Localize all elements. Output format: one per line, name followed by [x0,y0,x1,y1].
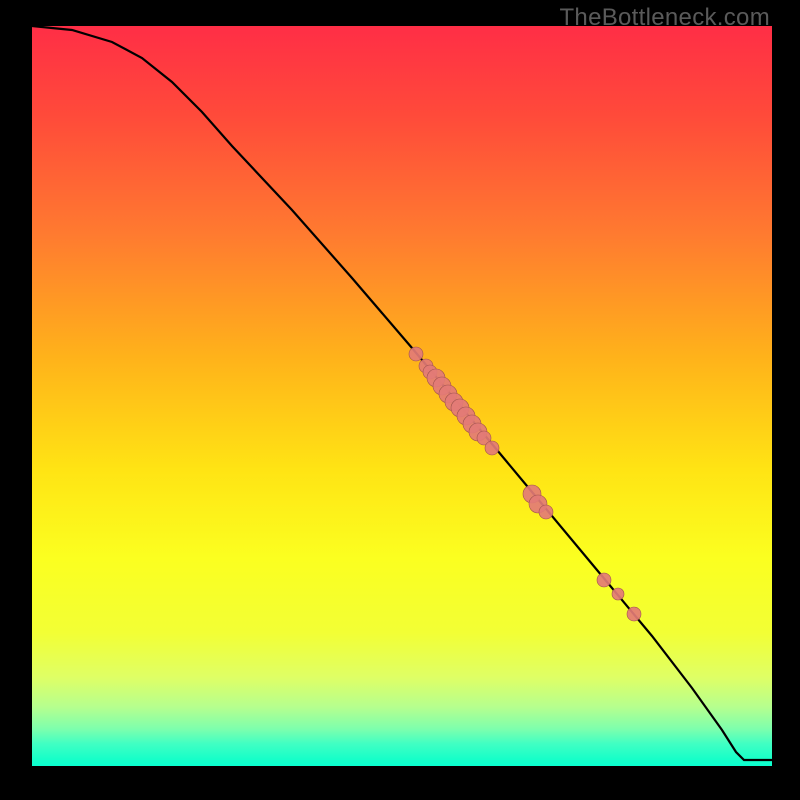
data-point [612,588,624,600]
data-point [539,505,553,519]
data-point [485,441,499,455]
data-point [409,347,423,361]
chart-frame: TheBottleneck.com [0,0,800,800]
chart-overlay [32,26,772,766]
data-point [597,573,611,587]
plot-area [32,26,772,766]
data-point [627,607,641,621]
trend-curve [32,26,772,760]
